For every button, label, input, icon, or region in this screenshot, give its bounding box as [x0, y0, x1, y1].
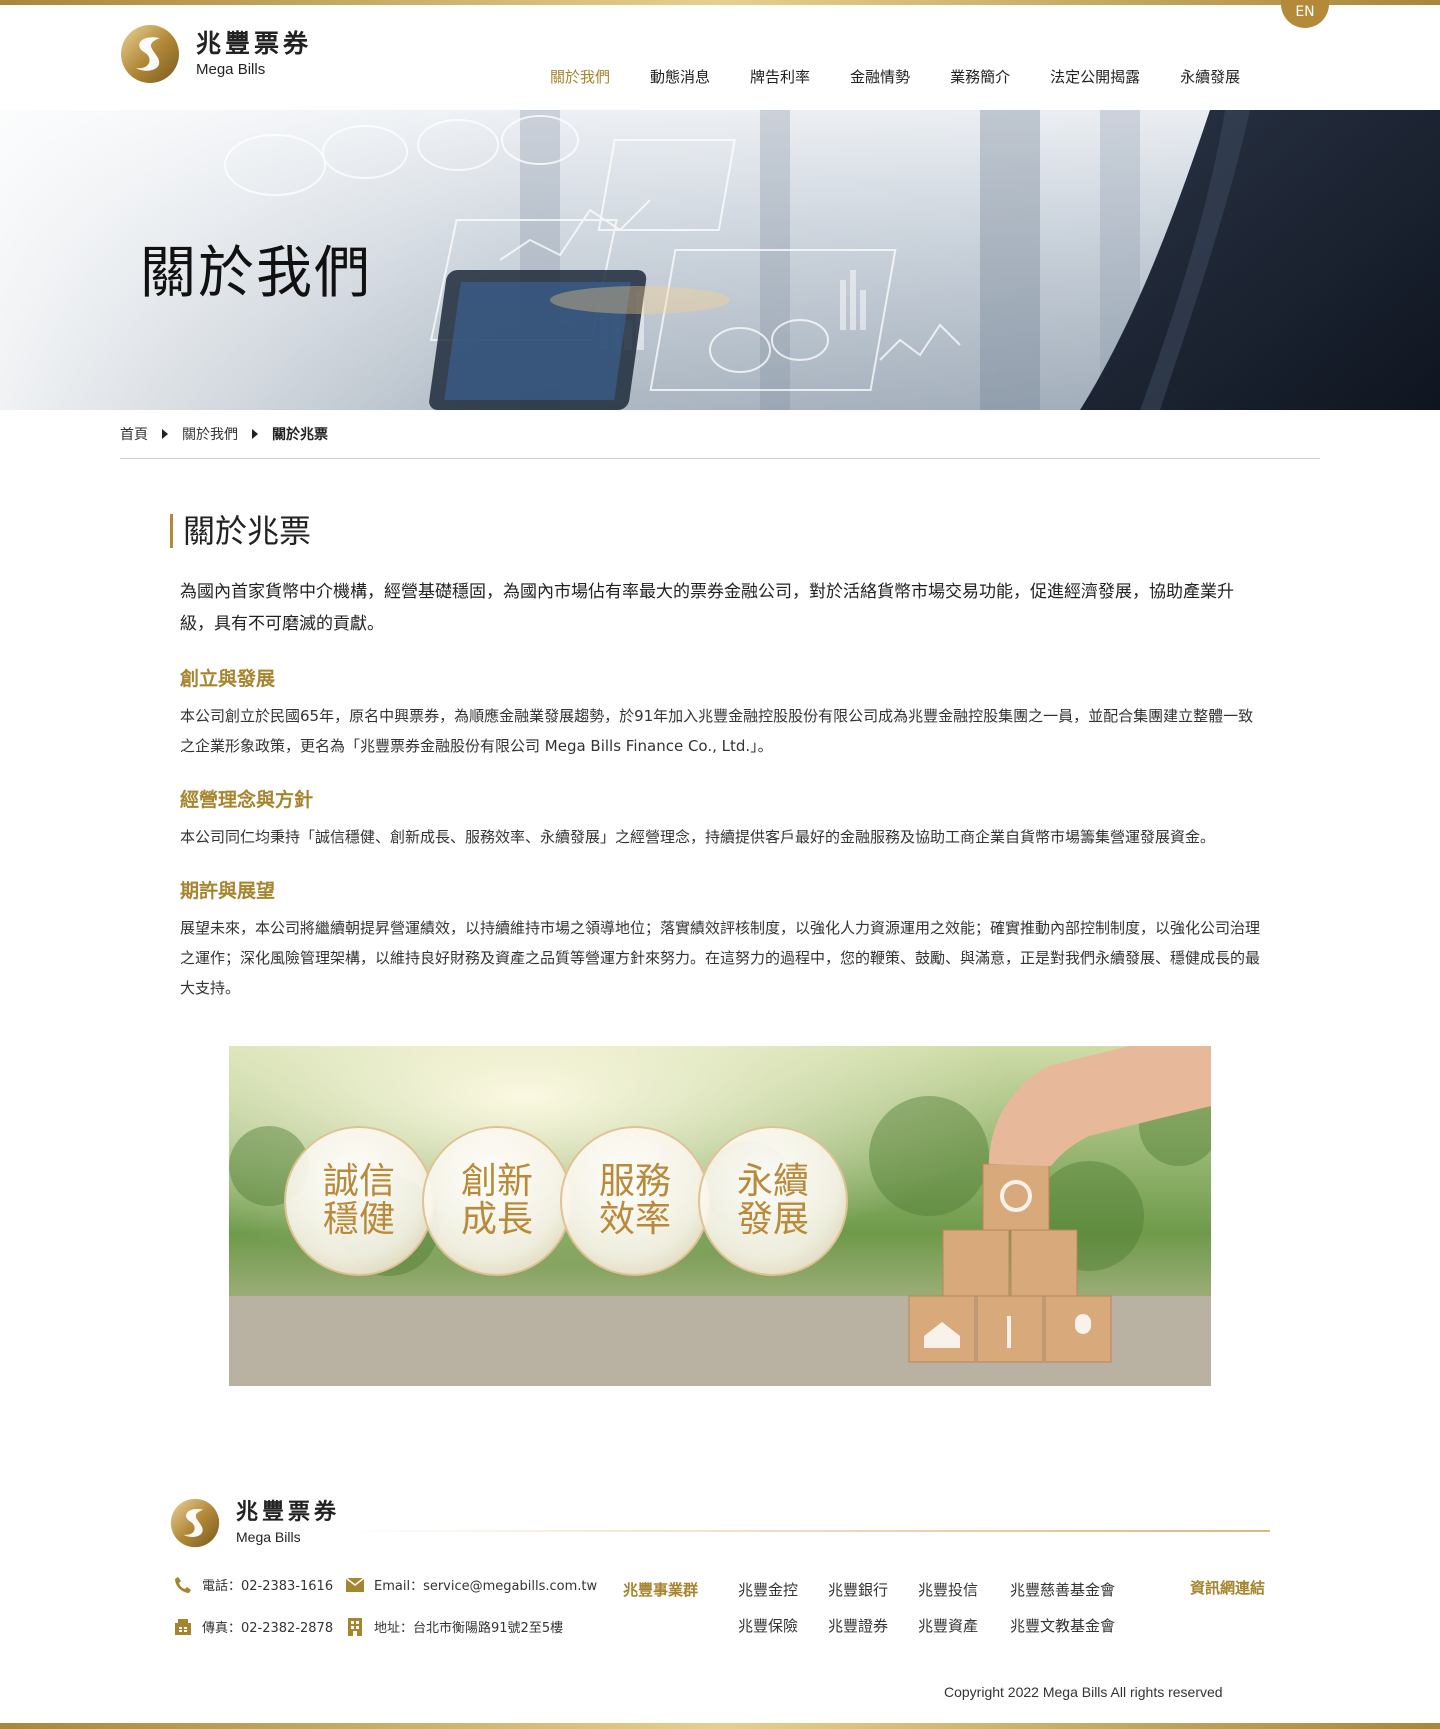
bottom-accent-bar [0, 1723, 1440, 1729]
breadcrumb-divider [120, 458, 1320, 459]
value-line1: 服務 [598, 1161, 671, 1202]
group-link-asset[interactable]: 兆豐資產 [918, 1615, 978, 1636]
footer-logo-english-name: Mega Bills [236, 1529, 301, 1545]
nav-item-market[interactable]: 金融情勢 [850, 66, 910, 87]
group-link-charity-foundation[interactable]: 兆豐慈善基金會 [1010, 1579, 1115, 1600]
group-link-education-foundation[interactable]: 兆豐文教基金會 [1010, 1615, 1115, 1636]
value-line2: 發展 [736, 1199, 809, 1240]
heading-outlook: 期許與展望 [180, 880, 276, 902]
paragraph-outlook: 展望未來，本公司將繼續朝提昇營運績效，以持續維持市場之領導地位；落實績效評核制度… [180, 919, 1261, 997]
value-line2: 效率 [598, 1199, 671, 1240]
mega-bills-logo-icon [121, 25, 179, 83]
nav-item-sustainability[interactable]: 永續發展 [1180, 66, 1240, 87]
breadcrumb-current: 關於兆票 [272, 427, 328, 443]
group-link-securities[interactable]: 兆豐證券 [828, 1615, 888, 1636]
fax-text: 傳真：02-2382-2878 [202, 1621, 334, 1636]
value-line1: 誠信 [322, 1161, 395, 1202]
value-line2: 成長 [460, 1199, 533, 1240]
mail-icon [346, 1576, 364, 1594]
phone-text: 電話：02-2383-1616 [202, 1579, 334, 1594]
intro-paragraph: 為國內首家貨幣中介機構，經營基礎穩固，為國內市場佔有率最大的票券金融公司，對於活… [180, 582, 1234, 634]
about-content: 為國內首家貨幣中介機構，經營基礎穩固，為國內市場佔有率最大的票券金融公司，對於活… [180, 576, 1260, 1003]
mega-bills-logo-icon [170, 1498, 220, 1548]
breadcrumb-arrow-icon [162, 429, 168, 439]
hero-title: 關於我們 [140, 241, 372, 306]
value-line1: 創新 [460, 1161, 533, 1202]
group-link-bank[interactable]: 兆豐銀行 [828, 1579, 888, 1600]
heading-philosophy: 經營理念與方針 [180, 789, 314, 811]
hero-banner: 關於我們 [0, 110, 1440, 410]
contact-email[interactable]: Email：service@megabills.com.tw [346, 1575, 597, 1594]
nav-item-disclosure[interactable]: 法定公開揭露 [1050, 66, 1140, 87]
heading-founding: 創立與發展 [180, 668, 276, 690]
logo-chinese-name: 兆豐票券 [196, 29, 313, 58]
breadcrumb-about[interactable]: 關於我們 [182, 424, 238, 444]
group-label: 兆豐事業群 [623, 1581, 699, 1599]
nav-item-about[interactable]: 關於我們 [550, 66, 610, 87]
fax-icon [174, 1618, 192, 1636]
nav-item-news[interactable]: 動態消息 [650, 66, 710, 87]
paragraph-philosophy: 本公司同仁均秉持「誠信穩健、創新成長、服務效率、永續發展」之經營理念，持續提供客… [180, 828, 1216, 846]
breadcrumb-home[interactable]: 首頁 [120, 424, 148, 444]
copyright: Copyright 2022 Mega Bills All rights res… [944, 1684, 1223, 1700]
contact-fax: 傳真：02-2382-2878 [174, 1617, 333, 1636]
value-circle-innovation: 創新 成長 [422, 1126, 572, 1276]
value-circle-service: 服務 效率 [560, 1126, 710, 1276]
section-title: 關於兆票 [170, 514, 311, 548]
address-text: 地址：台北市衡陽路91號2至5樓 [374, 1621, 564, 1636]
footer-divider [340, 1530, 1270, 1532]
footer-logo-chinese-name: 兆豐票券 [236, 1500, 341, 1525]
value-line2: 穩健 [322, 1199, 395, 1240]
nav-item-rates[interactable]: 牌告利率 [750, 66, 810, 87]
site-logo[interactable]: 兆豐票券 Mega Bills [120, 24, 312, 84]
breadcrumb: 首頁 關於我們 關於兆票 [120, 424, 328, 444]
logo-english-name: Mega Bills [196, 61, 266, 78]
building-icon [346, 1617, 364, 1636]
info-links-button[interactable]: 資訊網連結 [1190, 1577, 1265, 1598]
footer-logo[interactable]: 兆豐票券 Mega Bills [170, 1498, 340, 1548]
email-text[interactable]: Email：service@megabills.com.tw [374, 1575, 597, 1594]
phone-icon [174, 1576, 192, 1594]
breadcrumb-arrow-icon [252, 429, 258, 439]
value-circle-sustainability: 永續 發展 [698, 1126, 848, 1276]
value-line1: 永續 [736, 1161, 809, 1202]
paragraph-founding: 本公司創立於民國65年，原名中興票券，為順應金融業發展趨勢，於91年加入兆豐金融… [180, 707, 1254, 755]
group-link-insurance[interactable]: 兆豐保險 [738, 1615, 798, 1636]
group-link-holdings[interactable]: 兆豐金控 [738, 1579, 798, 1600]
core-values-image: 誠信 穩健 創新 成長 服務 效率 永續 發展 [229, 1046, 1211, 1386]
contact-phone: 電話：02-2383-1616 [174, 1575, 333, 1594]
language-toggle-button[interactable]: EN [1281, 0, 1329, 28]
top-accent-bar [0, 0, 1440, 5]
value-circle-integrity: 誠信 穩健 [284, 1126, 434, 1276]
nav-item-business[interactable]: 業務簡介 [950, 66, 1010, 87]
main-nav: 關於我們 動態消息 牌告利率 金融情勢 業務簡介 法定公開揭露 永續發展 [550, 66, 1280, 87]
contact-address: 地址：台北市衡陽路91號2至5樓 [346, 1617, 563, 1636]
group-link-investment-trust[interactable]: 兆豐投信 [918, 1579, 978, 1600]
